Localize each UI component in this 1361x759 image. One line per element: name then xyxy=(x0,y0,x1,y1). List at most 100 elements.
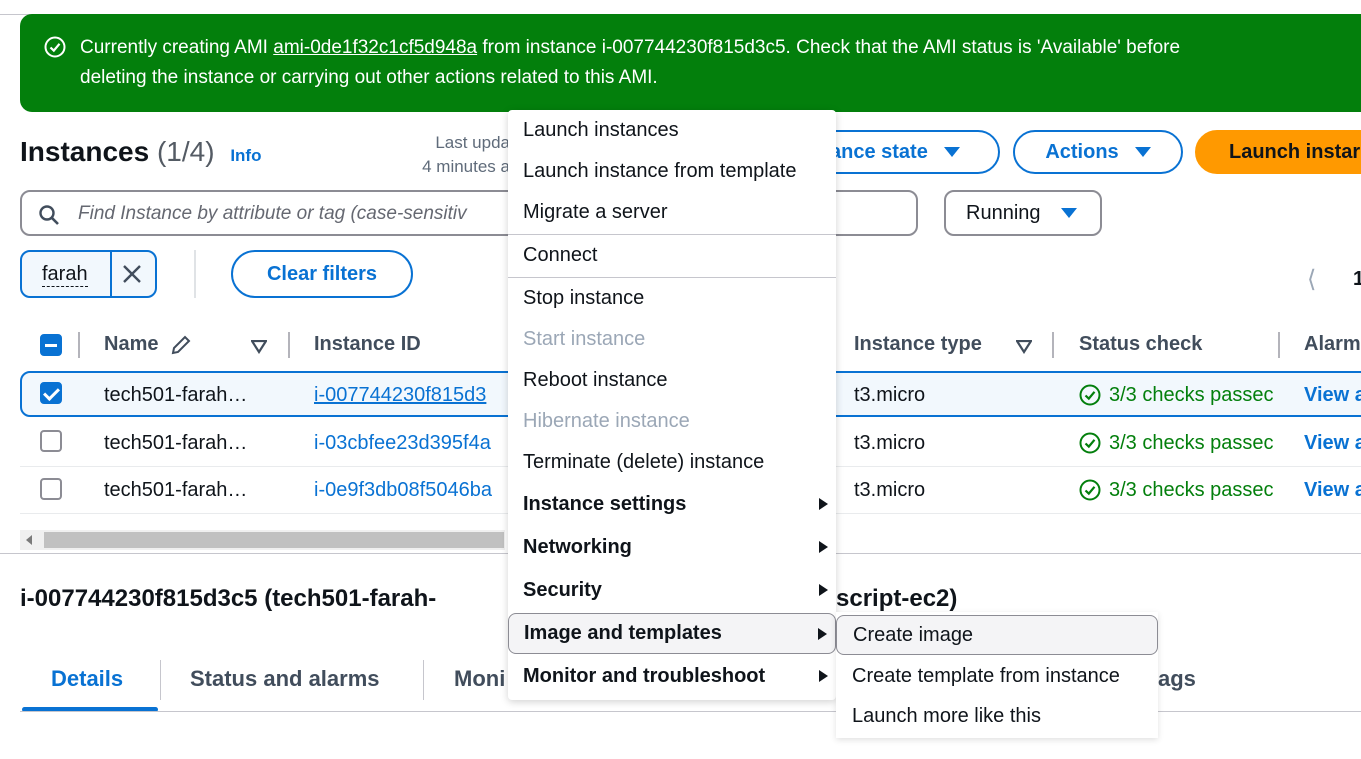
menu-item-reboot-instance[interactable]: Reboot instance xyxy=(508,360,836,401)
menu-item-label: Launch instance from template xyxy=(523,160,797,182)
filter-token: farah xyxy=(20,250,157,298)
menu-item-label: Networking xyxy=(523,536,632,558)
row-name: tech501-farah… xyxy=(104,479,248,501)
column-status-check-label: Status check xyxy=(1079,333,1203,355)
remove-filter-icon[interactable] xyxy=(118,260,146,293)
banner-text-suffix: from instance i-007744230f815d3c5. Check… xyxy=(477,37,1181,58)
menu-group-monitor-and-troubleshoot[interactable]: Monitor and troubleshoot xyxy=(508,656,836,697)
submenu-arrow-icon xyxy=(819,584,828,596)
page-number[interactable]: 1 xyxy=(1353,268,1361,291)
row-alarm-link[interactable]: View a xyxy=(1304,432,1361,455)
submenu-arrow-icon xyxy=(819,541,828,553)
caret-down-icon xyxy=(1134,147,1151,157)
submenu-item-label: Create template from instance xyxy=(852,664,1120,687)
row-alarm-link[interactable]: View a xyxy=(1304,479,1361,502)
tab-tags[interactable]: ags xyxy=(1158,666,1196,692)
menu-group-instance-settings[interactable]: Instance settings xyxy=(508,484,836,525)
row-name: tech501-farah… xyxy=(104,432,248,454)
column-instance-type-label: Instance type xyxy=(854,333,982,355)
menu-item-label: Launch instances xyxy=(523,119,679,141)
instance-state-label: ance state xyxy=(830,140,928,163)
submenu-arrow-icon xyxy=(819,670,828,682)
menu-item-label: Instance settings xyxy=(523,493,687,515)
state-filter-value: Running xyxy=(966,201,1041,224)
menu-item-label: Migrate a server xyxy=(523,201,668,223)
prev-page-icon[interactable]: ⟨ xyxy=(1307,265,1316,294)
caret-down-icon xyxy=(943,147,960,157)
actions-button[interactable]: Actions xyxy=(1013,130,1183,174)
submenu-arrow-icon xyxy=(819,498,828,510)
column-header-name[interactable]: Name xyxy=(104,333,158,356)
menu-item-hibernate-instance: Hibernate instance xyxy=(508,401,836,442)
menu-item-migrate-server[interactable]: Migrate a server xyxy=(508,192,836,233)
menu-item-label: Reboot instance xyxy=(523,369,668,391)
tab-status-and-alarms[interactable]: Status and alarms xyxy=(190,666,380,692)
row-instance-id-link[interactable]: i-0e9f3db08f5046ba xyxy=(314,479,492,502)
row-instance-type: t3.micro xyxy=(854,384,926,406)
horizontal-scrollbar[interactable] xyxy=(20,530,505,550)
ami-link[interactable]: ami-0de1f32c1cf5d948a xyxy=(273,37,477,58)
column-header-instance-type[interactable]: Instance type xyxy=(854,333,982,356)
menu-item-start-instance: Start instance xyxy=(508,319,836,360)
last-updated-label: Last upda xyxy=(435,133,510,152)
row-name: tech501-farah… xyxy=(104,384,248,406)
row-checkbox[interactable] xyxy=(40,478,62,500)
selection-count: (1/4) xyxy=(156,136,215,167)
menu-item-label: Stop instance xyxy=(523,287,645,309)
clear-filters-label: Clear filters xyxy=(266,262,378,285)
search-icon xyxy=(38,204,60,231)
sort-icon[interactable] xyxy=(1014,339,1034,359)
status-ok-icon xyxy=(1079,479,1101,506)
success-flash-banner: Currently creating AMI ami-0de1f32c1cf5d… xyxy=(20,14,1361,112)
sort-icon[interactable] xyxy=(249,339,269,359)
row-checkbox[interactable] xyxy=(40,430,62,452)
clear-filters-button[interactable]: Clear filters xyxy=(231,250,413,298)
info-link[interactable]: Info xyxy=(230,146,261,165)
search-placeholder: Find Instance by attribute or tag (case-… xyxy=(78,203,467,224)
menu-item-launch-from-template[interactable]: Launch instance from template xyxy=(508,151,836,192)
menu-group-image-and-templates[interactable]: Image and templates xyxy=(508,613,836,654)
row-instance-type: t3.micro xyxy=(854,432,926,454)
menu-item-label: Image and templates xyxy=(524,622,722,644)
column-header-instance-id[interactable]: Instance ID xyxy=(314,333,421,356)
state-filter-select[interactable]: Running xyxy=(944,190,1102,236)
tab-monitoring[interactable]: Moni xyxy=(454,666,505,692)
row-status-check: 3/3 checks passec xyxy=(1109,432,1274,454)
last-updated: Last upda 4 minutes a xyxy=(395,131,510,179)
row-alarm-link[interactable]: View a xyxy=(1304,384,1361,407)
menu-item-label: Hibernate instance xyxy=(523,410,690,432)
select-all-checkbox[interactable] xyxy=(40,334,62,356)
column-header-alarm[interactable]: Alarm xyxy=(1304,333,1361,356)
menu-group-networking[interactable]: Networking xyxy=(508,527,836,568)
menu-item-label: Security xyxy=(523,579,602,601)
status-ok-icon xyxy=(1079,384,1101,411)
menu-group-security[interactable]: Security xyxy=(508,570,836,611)
actions-label: Actions xyxy=(1045,140,1119,163)
image-templates-submenu: Create image Create template from instan… xyxy=(836,612,1158,738)
detail-title: i-007744230f815d3c5 (tech501-farah- xyxy=(20,585,437,612)
top-edge xyxy=(0,0,1361,15)
caret-down-icon xyxy=(1060,208,1077,218)
submenu-item-create-template[interactable]: Create template from instance xyxy=(836,656,1158,696)
menu-item-terminate-instance[interactable]: Terminate (delete) instance xyxy=(508,442,836,483)
menu-item-label: Start instance xyxy=(523,328,646,350)
submenu-arrow-icon xyxy=(818,628,827,640)
submenu-item-launch-more[interactable]: Launch more like this xyxy=(836,696,1158,736)
submenu-item-create-image[interactable]: Create image xyxy=(836,615,1158,655)
row-checkbox[interactable] xyxy=(40,382,62,404)
tab-details[interactable]: Details xyxy=(51,666,123,692)
menu-item-connect[interactable]: Connect xyxy=(508,235,836,276)
row-instance-id-link[interactable]: i-007744230f815d3 xyxy=(314,384,486,407)
submenu-item-label: Launch more like this xyxy=(852,704,1041,727)
menu-item-label: Monitor and troubleshoot xyxy=(523,665,766,687)
edit-pencil-icon[interactable] xyxy=(170,334,192,361)
submenu-item-label: Create image xyxy=(853,623,974,646)
page-title-text: Instances xyxy=(20,136,150,167)
menu-item-launch-instances[interactable]: Launch instances xyxy=(508,110,836,151)
row-instance-id-link[interactable]: i-03cbfee23d395f4a xyxy=(314,432,491,455)
column-header-status-check[interactable]: Status check xyxy=(1079,333,1202,356)
launch-instances-button[interactable]: Launch instar xyxy=(1195,130,1361,174)
banner-message: Currently creating AMI ami-0de1f32c1cf5d… xyxy=(80,33,1361,93)
success-check-icon xyxy=(44,36,66,63)
menu-item-stop-instance[interactable]: Stop instance xyxy=(508,278,836,319)
